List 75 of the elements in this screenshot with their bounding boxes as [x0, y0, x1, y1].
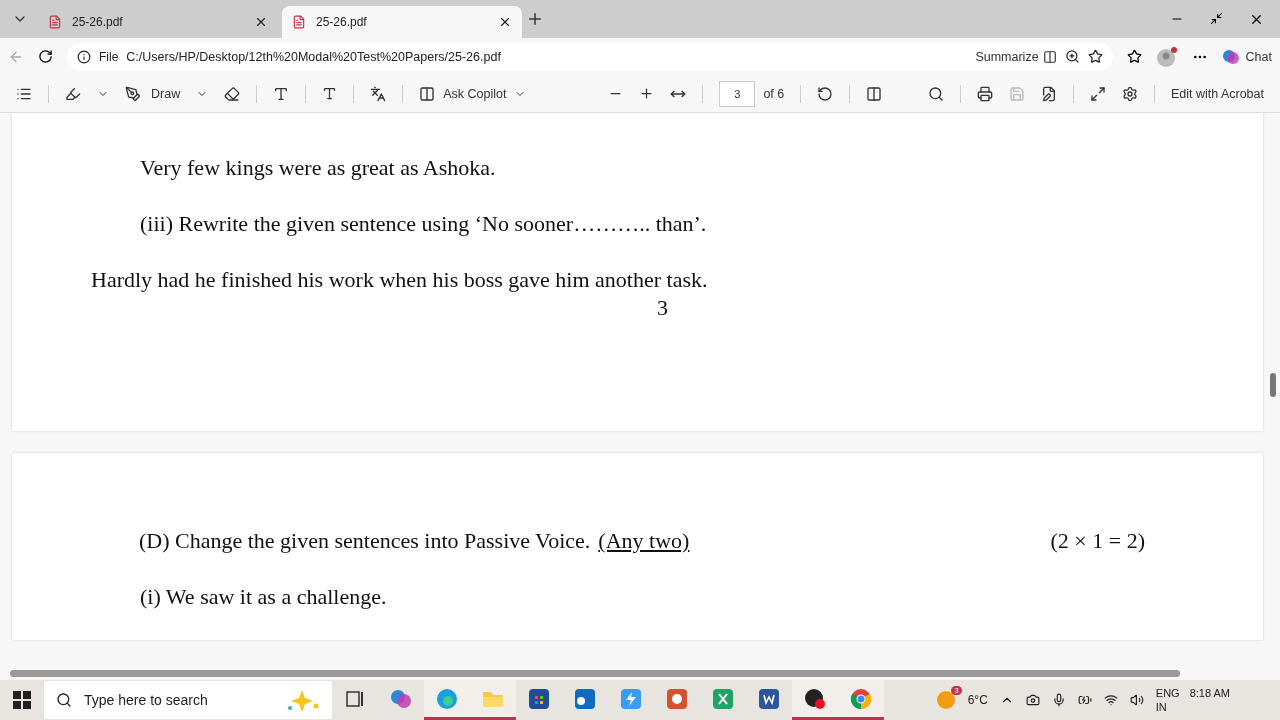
- save-as-icon[interactable]: [1040, 85, 1057, 102]
- sheet-icon: [711, 686, 735, 711]
- browser-tab[interactable]: 25-26.pdf: [282, 6, 522, 38]
- translate-icon[interactable]: [370, 85, 387, 102]
- document-line: (iii) Rewrite the given sentence using ‘No sooner……….. than’.: [140, 211, 707, 236]
- fullscreen-icon[interactable]: [1089, 85, 1106, 102]
- wifi-icon: [1103, 693, 1118, 707]
- page-number: 3: [657, 295, 668, 321]
- info-icon: [77, 49, 91, 64]
- document-line: (i) We saw it as a challenge.: [140, 584, 387, 609]
- scrollbar-thumb[interactable]: [1270, 373, 1276, 397]
- scheme-label: File: [99, 49, 119, 64]
- read-aloud-icon[interactable]: [322, 86, 338, 101]
- taskbar-search-field[interactable]: Type here to search: [44, 681, 332, 719]
- camera-icon: [1025, 693, 1040, 707]
- draw-button[interactable]: Draw: [125, 85, 181, 102]
- summarize-button[interactable]: Summarize: [975, 49, 1057, 64]
- start-icon[interactable]: [13, 691, 31, 709]
- temperature: 6°C: [967, 693, 988, 707]
- bag-icon: [527, 686, 551, 711]
- tab-title: 25-26.pdf: [316, 15, 368, 29]
- document-line: Very few kings were as great as Ashoka.: [140, 155, 496, 180]
- lightning-icon: [619, 686, 643, 711]
- sun-icon: [935, 690, 956, 710]
- wave-icon: [435, 686, 459, 711]
- url-text: C:/Users/HP/Desktop/12th%20Modal%20Test%20Papers/25-26.pdf: [126, 49, 502, 64]
- scrollbar-thumb[interactable]: [10, 669, 1180, 677]
- search-icon: [56, 692, 72, 708]
- question-marks: (2 × 1 = 2): [1050, 528, 1145, 554]
- page-number-field[interactable]: 3: [719, 80, 756, 107]
- chat-button[interactable]: Chat: [1221, 47, 1272, 66]
- page-view-icon[interactable]: [866, 85, 883, 102]
- volume-icon: [1129, 693, 1144, 707]
- close-tab-icon[interactable]: [498, 15, 512, 29]
- pen-icon: [125, 85, 141, 102]
- pdf-file-icon: [48, 15, 62, 29]
- rotate-icon[interactable]: [817, 85, 834, 102]
- record-icon: [803, 686, 827, 711]
- eraser-icon[interactable]: [224, 85, 241, 102]
- text-icon[interactable]: [273, 85, 290, 102]
- document-line: Hardly had he finished his work when his boss gave him another task.: [91, 267, 708, 292]
- clock-time: 8:18 AM: [1189, 686, 1230, 700]
- slides-icon: [665, 686, 689, 711]
- close-tab-icon[interactable]: [254, 15, 268, 29]
- ask-copilot-button[interactable]: Ask Copilot: [419, 85, 527, 102]
- profile-avatar-icon[interactable]: [1155, 45, 1178, 68]
- zoom-in-icon[interactable]: [639, 86, 655, 101]
- page-count: of 6: [763, 86, 785, 101]
- settings-icon[interactable]: [1121, 85, 1138, 102]
- refresh-icon[interactable]: [38, 49, 53, 64]
- language: ENG: [1155, 686, 1180, 700]
- notification-badge: 3: [951, 686, 962, 695]
- search-icon[interactable]: [927, 85, 944, 102]
- region: IN: [1155, 700, 1168, 714]
- favorites-icon[interactable]: [1126, 49, 1142, 64]
- highlight-icon[interactable]: [65, 85, 81, 102]
- sparkle-icon: [286, 688, 320, 712]
- favorite-star-icon[interactable]: [1087, 49, 1103, 64]
- address-bar[interactable]: File C:/Users/HP/Desktop/12th%20Modal%20Test%20Papers/25-26.pdf Summarize: [67, 42, 1113, 71]
- edit-with-acrobat-button[interactable]: Edit with Acrobat: [1170, 86, 1264, 101]
- microphone-icon: [1051, 693, 1066, 707]
- question-note: (Any two): [598, 528, 690, 554]
- battery-icon: [1077, 693, 1092, 707]
- circle-logo-icon: [849, 686, 873, 711]
- zoom-icon[interactable]: [1064, 49, 1080, 64]
- taskbar-app[interactable]: [792, 680, 838, 720]
- tab-title: 25-26.pdf: [72, 15, 124, 29]
- envelope-icon: [573, 686, 597, 711]
- question-heading: (D) Change the given sentences into Passive Voice.: [139, 528, 591, 554]
- new-tab-button[interactable]: [526, 10, 544, 28]
- print-icon[interactable]: [976, 85, 993, 102]
- browser-tab[interactable]: 25-26.pdf: [38, 6, 278, 38]
- restore-icon[interactable]: [1210, 11, 1223, 25]
- pdf-file-icon: [292, 15, 306, 29]
- document-icon: [757, 686, 781, 711]
